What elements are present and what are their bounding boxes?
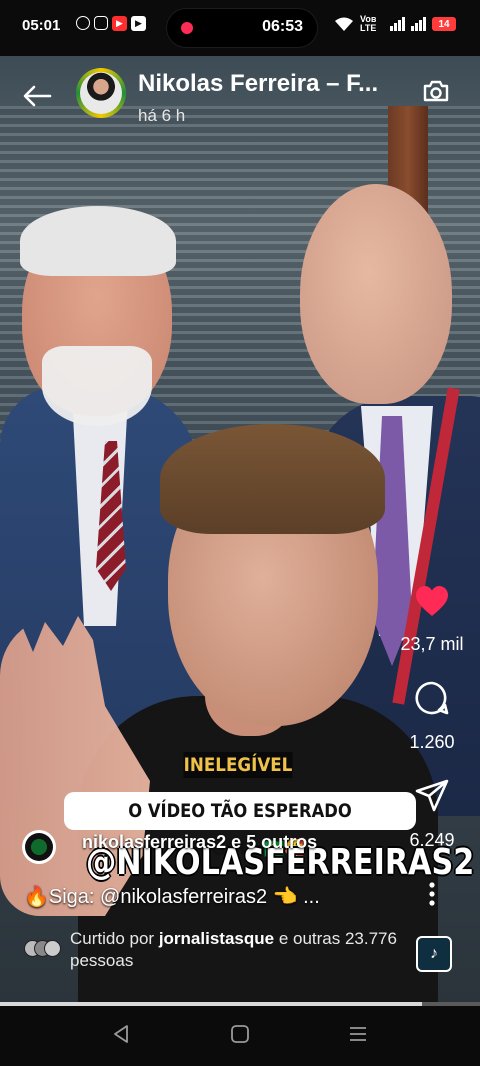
back-nav-icon[interactable]: [112, 1024, 130, 1044]
battery-icon: 14: [432, 17, 456, 31]
home-icon[interactable]: [230, 1024, 250, 1044]
back-arrow-icon[interactable]: [22, 84, 52, 111]
recording-pill[interactable]: 06:53: [166, 8, 318, 48]
recent-apps-icon[interactable]: [348, 1024, 368, 1044]
owner-avatar[interactable]: [76, 68, 126, 118]
notification-icons: ▶ ▶: [76, 16, 146, 31]
status-bar: 05:01 ▶ ▶ 06:53 Voʙ LTE 14: [0, 0, 480, 56]
liked-by[interactable]: Curtido por jornalistasque e outras 23.7…: [70, 928, 410, 972]
video-app-icon: ▶: [131, 16, 146, 31]
person-left-beard: [42, 346, 152, 426]
liked-by-prefix: Curtido por: [70, 929, 159, 948]
system-indicators: Voʙ LTE 14: [334, 15, 456, 33]
ineligible-label: INELEGÍVEL: [183, 752, 293, 778]
clock: 05:01: [22, 17, 61, 34]
likes-count: 23,7 mil: [400, 634, 464, 654]
heart-icon[interactable]: [414, 584, 450, 620]
instagram-icon: [94, 16, 108, 30]
share-icon[interactable]: [414, 778, 450, 814]
post-description[interactable]: 🔥Siga: @nikolasferreiras2 👈 ...: [24, 884, 320, 909]
recording-time: 06:53: [262, 18, 303, 35]
signal-1-icon: [390, 17, 405, 31]
liked-by-avatars: [24, 940, 61, 957]
comment-icon[interactable]: [414, 680, 450, 716]
video-caption: O VÍDEO TÃO ESPERADO CHEGOU. 🇧🇷🥰: [64, 792, 416, 860]
liked-by-user[interactable]: jornalistasque: [159, 929, 274, 948]
signal-2-icon: [411, 17, 426, 31]
person-left-hair: [20, 206, 176, 276]
collaborator-avatar[interactable]: [22, 830, 56, 864]
youtube-icon: ▶: [112, 16, 127, 31]
music-icon[interactable]: ♪: [416, 936, 452, 972]
network-label: Voʙ LTE: [360, 14, 377, 33]
speaker-hair: [160, 424, 385, 534]
comments-count: 1.260: [409, 732, 455, 752]
owner-name[interactable]: Nikolas Ferreira – F...: [138, 70, 378, 98]
post-time: há 6 h: [138, 106, 186, 125]
recording-dot-icon: [181, 22, 193, 34]
whatsapp-icon: [76, 16, 90, 30]
camera-icon[interactable]: [422, 80, 450, 102]
more-icon[interactable]: [428, 882, 436, 911]
system-nav-bar: [0, 1006, 480, 1066]
wifi-icon: [335, 17, 353, 31]
person-right-head: [300, 184, 452, 404]
collaborators[interactable]: nikolasferreiras2 e 5 outros: [82, 832, 317, 853]
